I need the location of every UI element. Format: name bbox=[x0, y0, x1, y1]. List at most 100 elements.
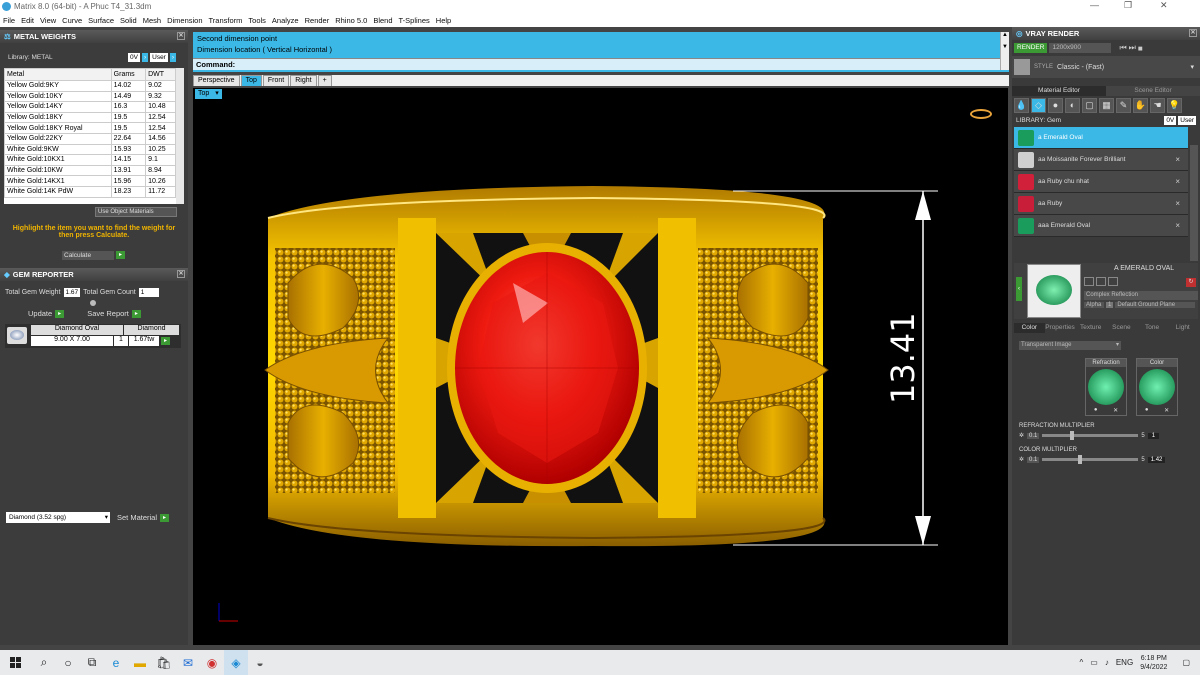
table-scrollbar[interactable] bbox=[176, 68, 184, 204]
hand-icon[interactable]: ✋ bbox=[1133, 98, 1148, 113]
slider-thumb[interactable] bbox=[1078, 455, 1083, 464]
menu-edit[interactable]: Edit bbox=[18, 16, 37, 25]
menu-file[interactable]: File bbox=[0, 16, 18, 25]
refraction-slider[interactable] bbox=[1042, 431, 1139, 440]
refresh-icon[interactable]: ↻ bbox=[1186, 278, 1196, 287]
complex-reflection-select[interactable]: Complex Reflection bbox=[1084, 291, 1198, 300]
chevron-left-icon[interactable]: ‹ bbox=[1016, 277, 1022, 301]
file-explorer-icon[interactable]: ▬ bbox=[128, 650, 152, 675]
minimize-button[interactable]: — bbox=[1090, 0, 1099, 10]
refraction-value[interactable]: 1 bbox=[1147, 432, 1160, 439]
material-item[interactable]: aa Ruby chu nhat × bbox=[1014, 171, 1188, 193]
close-icon[interactable]: ✕ bbox=[177, 270, 185, 278]
table-row[interactable]: Yellow Gold:10KY 14.49 9.32 bbox=[4, 90, 176, 103]
table-row[interactable]: Yellow Gold:18KY Royal 19.5 12.54 bbox=[4, 122, 176, 134]
menu-dimension[interactable]: Dimension bbox=[164, 16, 205, 25]
grid-icon[interactable] bbox=[1108, 277, 1118, 286]
eyedropper-icon[interactable]: ● bbox=[1145, 407, 1149, 414]
material-scrollbar[interactable] bbox=[1190, 145, 1198, 261]
close-icon[interactable]: × bbox=[1175, 155, 1180, 164]
clock[interactable]: 6:18 PM 9/4/2022 bbox=[1140, 654, 1167, 672]
menu-tools[interactable]: Tools bbox=[245, 16, 269, 25]
gear-icon[interactable]: ✲ bbox=[1019, 432, 1024, 439]
slider-thumb[interactable] bbox=[1070, 431, 1075, 440]
menu-rhino[interactable]: Rhino 5.0 bbox=[332, 16, 370, 25]
light-icon[interactable]: 💡 bbox=[1167, 98, 1182, 113]
table-row[interactable]: Yellow Gold:9KY 14.02 9.02 bbox=[4, 80, 176, 92]
table-row[interactable]: Yellow Gold:22KY 22.64 14.56 bbox=[4, 132, 176, 145]
splitter-handle[interactable] bbox=[90, 300, 96, 306]
menu-blend[interactable]: Blend bbox=[370, 16, 395, 25]
arrow-icon[interactable]: › bbox=[141, 53, 149, 62]
metal-icon[interactable]: ◐ bbox=[1065, 98, 1080, 113]
texture-icon[interactable]: ▦ bbox=[1099, 98, 1114, 113]
tag-user[interactable]: User bbox=[1178, 115, 1196, 125]
gem-tool-icon[interactable]: ◇ bbox=[1031, 98, 1046, 113]
tag-0v[interactable]: 0V bbox=[128, 53, 140, 62]
col-grams[interactable]: Grams bbox=[110, 68, 147, 81]
render-next-icon[interactable]: ⏭ bbox=[1129, 43, 1136, 53]
menu-transform[interactable]: Transform bbox=[206, 16, 246, 25]
cortana-icon[interactable]: ○ bbox=[56, 650, 80, 675]
menu-surface[interactable]: Surface bbox=[85, 16, 117, 25]
square-icon[interactable]: ▢ bbox=[1082, 98, 1097, 113]
refraction-swatch[interactable]: Refraction ● ✕ bbox=[1085, 358, 1127, 416]
chevron-up-icon[interactable]: ^ bbox=[1080, 658, 1084, 667]
go-icon[interactable]: ▸ bbox=[160, 513, 170, 522]
viewport[interactable]: Top ▾ 13.41 bbox=[193, 88, 1008, 645]
remove-icon[interactable]: ✕ bbox=[1113, 407, 1118, 414]
ground-plane-select[interactable]: Default Ground Plane bbox=[1115, 302, 1196, 308]
table-row[interactable]: White Gold:10KX1 14.15 9.1 bbox=[4, 154, 176, 166]
close-icon[interactable]: × bbox=[1175, 177, 1180, 186]
table-row[interactable]: White Gold:10KW 13.91 8.94 bbox=[4, 164, 176, 177]
col-metal[interactable]: Metal bbox=[4, 68, 112, 81]
tab-right[interactable]: Right bbox=[290, 75, 317, 86]
tab-texture[interactable]: Texture bbox=[1075, 323, 1106, 333]
material-item[interactable]: aaa Emerald Oval × bbox=[1014, 215, 1188, 237]
tab-scene[interactable]: Scene bbox=[1106, 323, 1137, 333]
close-icon[interactable]: ✕ bbox=[177, 32, 185, 40]
cube-icon[interactable] bbox=[1084, 277, 1094, 286]
task-view-icon[interactable]: ⧉ bbox=[80, 650, 104, 675]
render-button[interactable]: RENDER bbox=[1014, 43, 1048, 53]
add-tab-button[interactable]: + bbox=[317, 75, 332, 86]
menu-analyze[interactable]: Analyze bbox=[269, 16, 302, 25]
network-icon[interactable]: ▭ bbox=[1090, 658, 1098, 667]
remove-icon[interactable]: ✕ bbox=[1164, 407, 1169, 414]
tab-light[interactable]: Light bbox=[1167, 323, 1198, 333]
resolution-field[interactable]: 1200x900 bbox=[1049, 43, 1112, 53]
chevron-down-icon[interactable]: ▾ bbox=[1190, 63, 1194, 71]
col-dwt[interactable]: DWT bbox=[145, 68, 176, 81]
color-value[interactable]: 1.42 bbox=[1147, 456, 1166, 463]
arrow-icon[interactable]: › bbox=[169, 53, 177, 62]
menu-tsplines[interactable]: T-Splines bbox=[396, 16, 433, 25]
close-icon[interactable]: × bbox=[1175, 199, 1180, 208]
tab-material-editor[interactable]: Material Editor bbox=[1012, 86, 1106, 96]
layers-icon[interactable] bbox=[1096, 277, 1106, 286]
close-icon[interactable]: × bbox=[1175, 221, 1180, 230]
volume-icon[interactable]: ♪ bbox=[1105, 658, 1109, 667]
chrome-icon[interactable]: ◉ bbox=[200, 650, 224, 675]
drop-icon[interactable]: 💧 bbox=[1014, 98, 1029, 113]
update-button[interactable]: Update bbox=[28, 309, 52, 318]
tab-front[interactable]: Front bbox=[262, 75, 290, 86]
tab-perspective[interactable]: Perspective bbox=[193, 75, 240, 86]
gear-icon[interactable]: ✲ bbox=[1019, 456, 1024, 463]
close-icon[interactable]: ✕ bbox=[1189, 29, 1197, 37]
tab-scene-editor[interactable]: Scene Editor bbox=[1106, 86, 1200, 96]
sphere-icon[interactable]: ● bbox=[1048, 98, 1063, 113]
windows-start-icon[interactable] bbox=[0, 650, 32, 675]
command-input[interactable]: Command: bbox=[193, 58, 1009, 70]
table-row[interactable]: White Gold:9KW 15.93 10.25 bbox=[4, 143, 176, 156]
search-icon[interactable]: ⌕ bbox=[32, 650, 56, 675]
tab-color[interactable]: Color bbox=[1014, 323, 1045, 333]
language-indicator[interactable]: ENG bbox=[1116, 658, 1133, 667]
render-prev-icon[interactable]: ⏮ bbox=[1119, 43, 1126, 53]
material-item[interactable]: aa Moissanite Forever Brilliant × bbox=[1014, 149, 1188, 171]
go-icon[interactable]: ▸ bbox=[131, 309, 141, 318]
go-icon[interactable]: ▸ bbox=[55, 309, 65, 318]
material-item[interactable]: aa Ruby × bbox=[1014, 193, 1188, 215]
tag-0v[interactable]: 0V bbox=[1164, 115, 1177, 125]
tab-top[interactable]: Top bbox=[240, 75, 262, 86]
rhino-app-icon[interactable]: ◒ bbox=[248, 650, 272, 675]
